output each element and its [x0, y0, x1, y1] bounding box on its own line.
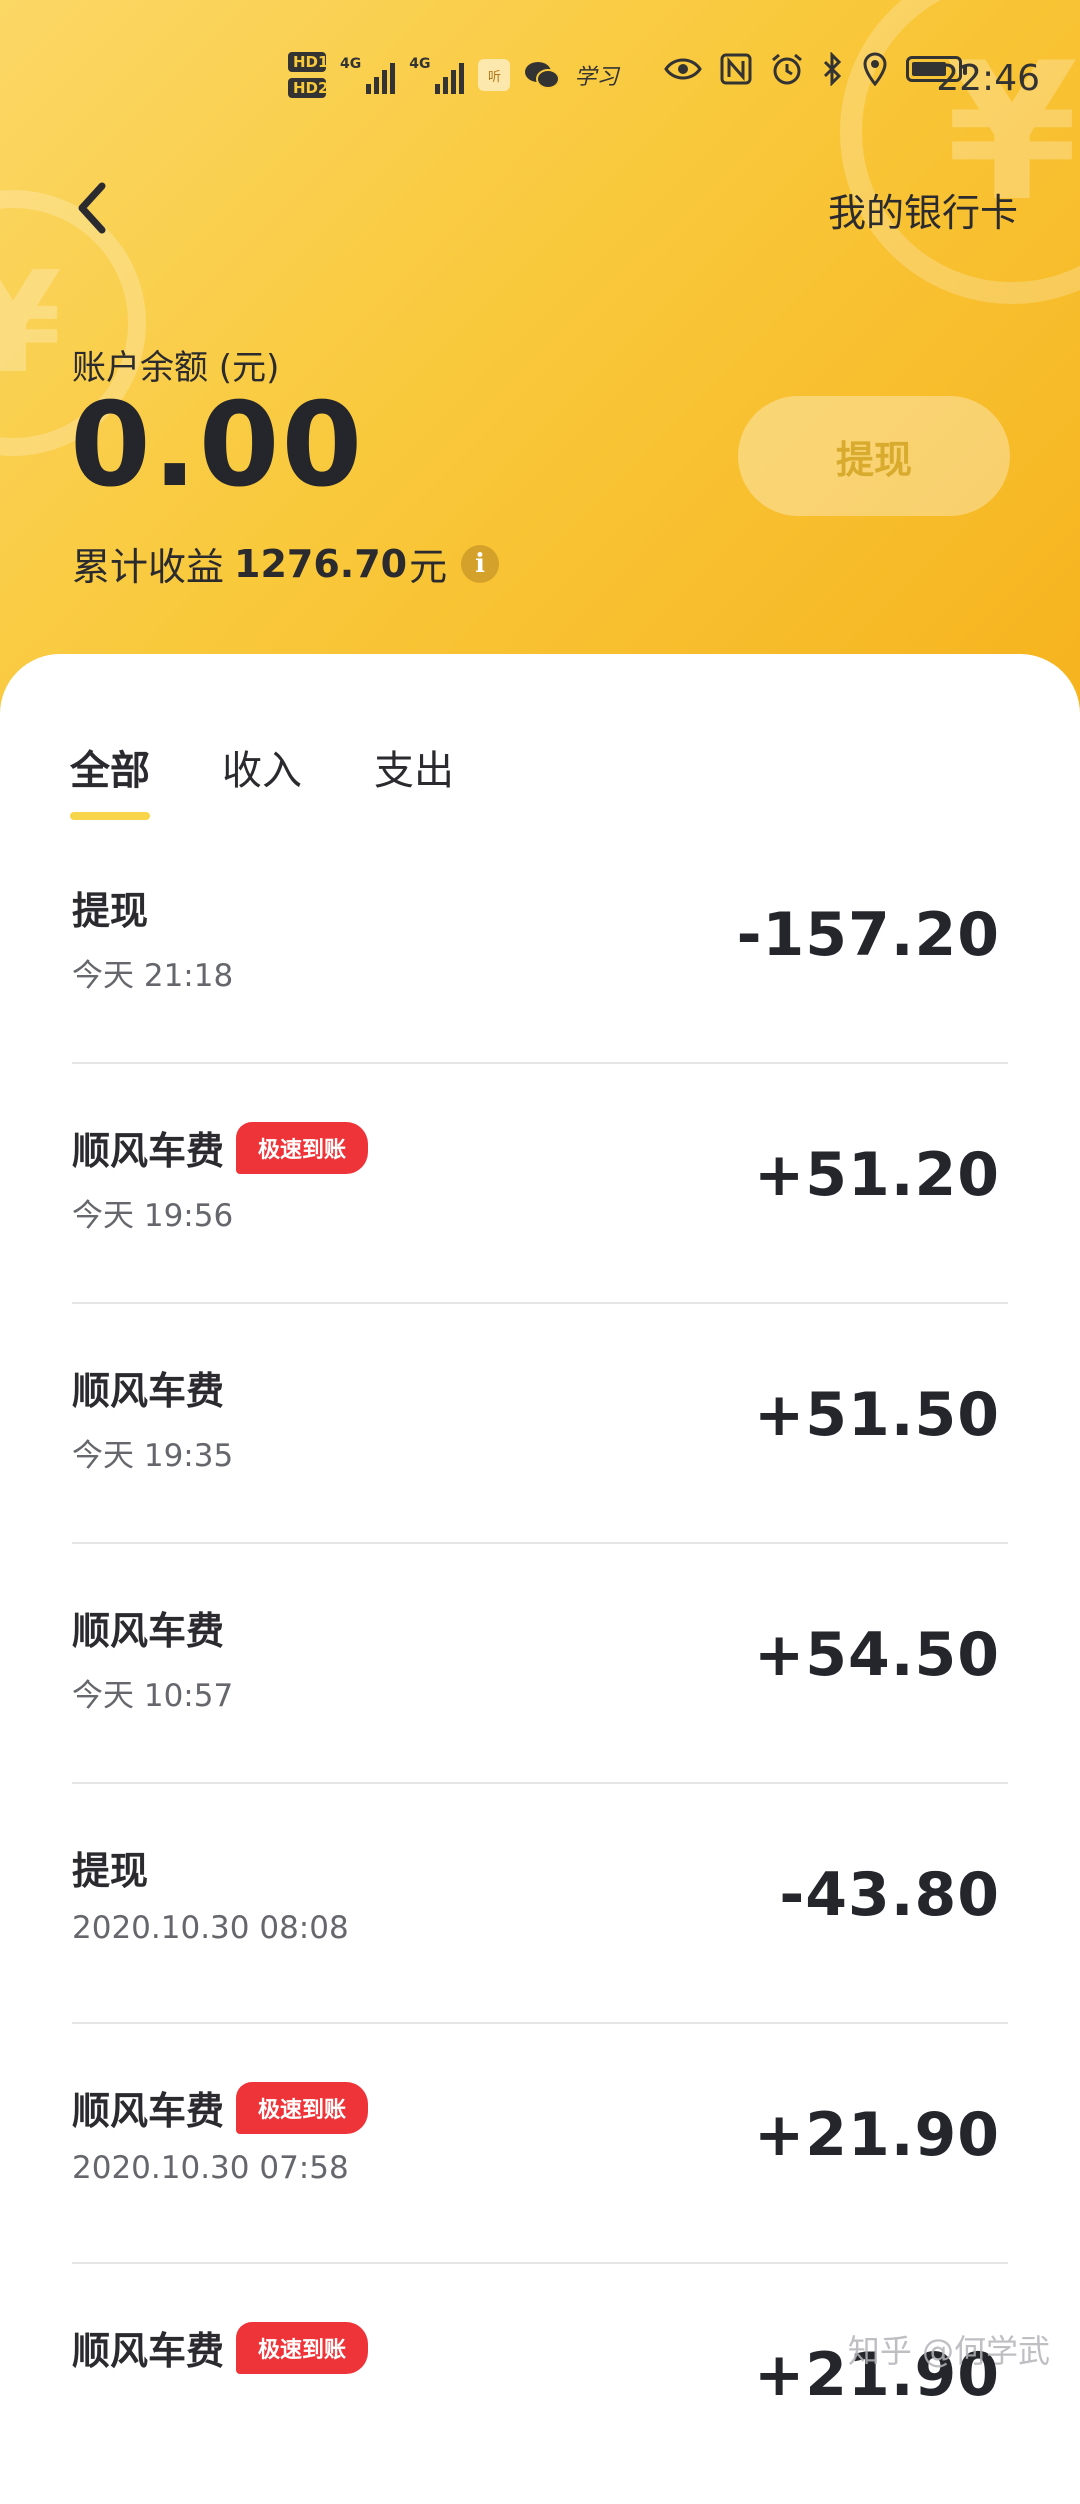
hd1-label: HD1: [288, 52, 328, 72]
transaction-title: 顺风车费: [72, 2329, 225, 2373]
earnings-unit: 元: [409, 545, 448, 589]
nfc-icon: [720, 53, 752, 85]
tab-all[interactable]: 全部: [70, 738, 150, 820]
transaction-title: 顺风车费: [72, 1129, 225, 1173]
transaction-title: 顺风车费: [72, 1609, 225, 1653]
header: ¥ ¥ HD1 HD2 4G 4G 听 学习 22:46 我的银行卡 账户余额 …: [0, 0, 1080, 720]
transaction-time: 今天 21:18: [72, 958, 234, 994]
withdraw-button[interactable]: 提现: [738, 396, 1010, 516]
location-icon: [863, 52, 887, 86]
transaction-title: 顺风车费: [72, 2089, 225, 2133]
eye-icon: [664, 58, 702, 80]
hd2-label: HD2: [288, 78, 328, 98]
transaction-amount: +51.50: [753, 1380, 1000, 1450]
transaction-amount: +21.90: [753, 2100, 1000, 2170]
transaction-time: 2020.10.30 08:08: [72, 1910, 349, 1946]
transaction-row[interactable]: 顺风车费 极速到账 2020.10.30 07:58 +21.90: [72, 2024, 1008, 2264]
transaction-amount: -157.20: [736, 900, 1000, 970]
transaction-row[interactable]: 顺风车费 今天 19:35 +51.50: [72, 1304, 1008, 1544]
app-notification-icon: 听: [478, 59, 511, 91]
transaction-list: 提现 今天 21:18 -157.20 顺风车费 极速到账 今天 19:56 +…: [72, 824, 1008, 2504]
transaction-time: 今天 19:56: [72, 1198, 234, 1234]
wechat-icon: [525, 62, 561, 89]
info-icon[interactable]: i: [461, 544, 500, 583]
earnings-value: 1276.70: [234, 541, 408, 586]
total-earnings: 累计收益 1276.70 元 i: [72, 536, 500, 591]
transaction-amount: +51.20: [753, 1140, 1000, 1210]
transaction-row[interactable]: 顺风车费 今天 10:57 +54.50: [72, 1544, 1008, 1784]
express-badge: 极速到账: [236, 2081, 369, 2134]
earnings-label: 累计收益: [72, 545, 225, 589]
transactions-panel: 全部 收入 支出 提现 今天 21:18 -157.20 顺风车费 极速到账 今…: [0, 654, 1080, 2410]
balance-value: 0.00: [70, 378, 365, 513]
transaction-row[interactable]: 顺风车费 极速到账 +21.90: [72, 2264, 1008, 2504]
signal-strength-icon: 4G: [409, 56, 465, 94]
transaction-time: 今天 19:35: [72, 1438, 234, 1474]
hd-indicator-icon: HD1 HD2: [288, 52, 328, 98]
network-type-label: 4G: [409, 56, 431, 72]
transaction-amount: -43.80: [779, 1860, 1000, 1930]
express-badge: 极速到账: [236, 1121, 369, 1174]
transaction-row[interactable]: 提现 今天 21:18 -157.20: [72, 824, 1008, 1064]
filter-tabs: 全部 收入 支出: [70, 738, 454, 820]
tab-income[interactable]: 收入: [222, 738, 302, 796]
study-app-icon: 学习: [574, 65, 619, 90]
transaction-time: 2020.10.30 07:58: [72, 2150, 349, 2186]
network-type-label: 4G: [340, 56, 362, 72]
tab-expense[interactable]: 支出: [374, 738, 454, 796]
transaction-time: 今天 10:57: [72, 1678, 234, 1714]
status-bar: HD1 HD2 4G 4G 听 学习 22:46: [0, 44, 1080, 114]
status-left-icons: HD1 HD2 4G 4G 听 学习: [288, 52, 618, 98]
transaction-row[interactable]: 顺风车费 极速到账 今天 19:56 +51.20: [72, 1064, 1008, 1304]
bluetooth-icon: [823, 52, 842, 86]
status-time: 22:46: [936, 58, 1040, 99]
express-badge: 极速到账: [236, 2321, 369, 2374]
signal-strength-icon: 4G: [340, 56, 396, 94]
my-bank-card-link[interactable]: 我的银行卡: [828, 182, 1018, 237]
transaction-amount: +54.50: [753, 1620, 1000, 1690]
transaction-title: 顺风车费: [72, 1369, 225, 1413]
watermark: 知乎 @何学武: [847, 2332, 1050, 2370]
transaction-row[interactable]: 提现 2020.10.30 08:08 -43.80: [72, 1784, 1008, 2024]
transaction-title: 提现: [72, 889, 149, 933]
alarm-icon: [772, 53, 802, 85]
back-arrow-icon[interactable]: [66, 178, 126, 238]
status-right-icons: [664, 52, 967, 86]
transaction-title: 提现: [72, 1849, 149, 1893]
